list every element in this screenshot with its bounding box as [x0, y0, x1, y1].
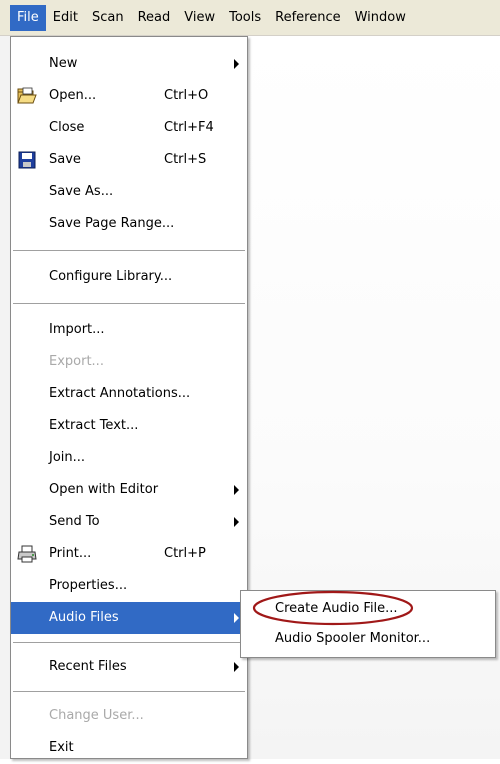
menu-item-join[interactable]: Join...	[11, 442, 247, 474]
menu-separator	[13, 303, 245, 304]
menu-item-label: Exit	[49, 740, 74, 755]
menu-item-exit[interactable]: Exit	[11, 732, 247, 764]
menu-item-label: New	[49, 56, 78, 71]
menu-item-label: Audio Spooler Monitor...	[275, 631, 431, 646]
shortcut-label: Ctrl+S	[164, 152, 207, 167]
menu-item-label: Save	[49, 152, 81, 167]
submenu-arrow-icon	[234, 613, 239, 623]
menu-separator	[13, 691, 245, 692]
menubar-scan[interactable]: Scan	[85, 5, 131, 31]
menu-item-extract-text[interactable]: Extract Text...	[11, 410, 247, 442]
menu-item-label: Audio Files	[49, 610, 119, 625]
submenu-arrow-icon	[234, 59, 239, 69]
menu-bar: File Edit Scan Read View Tools Reference…	[0, 0, 500, 36]
menu-item-label: Open with Editor	[49, 482, 159, 497]
menu-item-new[interactable]: New	[11, 48, 247, 80]
menu-item-save[interactable]: Save Ctrl+S	[11, 144, 247, 176]
menu-item-label: Send To	[49, 514, 100, 529]
shortcut-label: Ctrl+O	[164, 88, 209, 103]
menu-item-configure-library[interactable]: Configure Library...	[11, 261, 247, 293]
menu-item-change-user: Change User...	[11, 700, 247, 732]
menu-item-properties[interactable]: Properties...	[11, 570, 247, 602]
menu-item-import[interactable]: Import...	[11, 314, 247, 346]
menu-item-save-as[interactable]: Save As...	[11, 176, 247, 208]
menu-item-label: Save As...	[49, 184, 114, 199]
menu-item-label: Print...	[49, 546, 92, 561]
menu-separator	[13, 642, 245, 643]
menu-item-label: Import...	[49, 322, 105, 337]
menu-item-label: Create Audio File...	[275, 601, 398, 616]
menu-item-label: Change User...	[49, 708, 144, 723]
menu-item-print[interactable]: Print... Ctrl+P	[11, 538, 247, 570]
menubar-file[interactable]: File	[10, 4, 46, 31]
folder-open-icon	[17, 87, 37, 104]
submenu-arrow-icon	[234, 662, 239, 672]
submenu-arrow-icon	[234, 485, 239, 495]
menu-item-export: Export...	[11, 346, 247, 378]
menu-item-label: Export...	[49, 354, 104, 369]
menu-item-extract-annotations[interactable]: Extract Annotations...	[11, 378, 247, 410]
printer-icon	[17, 545, 37, 563]
menubar-tools[interactable]: Tools	[222, 5, 268, 31]
floppy-disk-icon	[18, 151, 36, 169]
menu-item-send-to[interactable]: Send To	[11, 506, 247, 538]
menu-item-close[interactable]: Close Ctrl+F4	[11, 112, 247, 144]
menu-item-label: Join...	[49, 450, 86, 465]
menu-item-create-audio-file[interactable]: Create Audio File...	[241, 594, 495, 624]
menu-item-label: Save Page Range...	[49, 216, 175, 231]
audio-files-submenu: Create Audio File... Audio Spooler Monit…	[240, 590, 496, 658]
menu-item-open[interactable]: Open... Ctrl+O	[11, 80, 247, 112]
menu-item-audio-spooler-monitor[interactable]: Audio Spooler Monitor...	[241, 624, 495, 654]
menu-item-label: Open...	[49, 88, 97, 103]
shortcut-label: Ctrl+P	[164, 546, 206, 561]
menu-item-label: Properties...	[49, 578, 128, 593]
menu-item-audio-files[interactable]: Audio Files	[11, 602, 247, 634]
menu-item-label: Configure Library...	[49, 269, 173, 284]
menu-item-label: Extract Annotations...	[49, 386, 191, 401]
file-menu: New Open... Ctrl+O Close Ctrl+F4 Save Ct…	[10, 36, 248, 759]
submenu-arrow-icon	[234, 517, 239, 527]
menu-item-label: Close	[49, 120, 85, 135]
menubar-reference[interactable]: Reference	[268, 5, 347, 31]
menu-item-label: Extract Text...	[49, 418, 139, 433]
menu-separator	[13, 250, 245, 251]
menu-item-open-with-editor[interactable]: Open with Editor	[11, 474, 247, 506]
menubar-view[interactable]: View	[177, 5, 222, 31]
menubar-read[interactable]: Read	[131, 5, 178, 31]
menubar-edit[interactable]: Edit	[46, 5, 85, 31]
menu-item-label: Recent Files	[49, 659, 127, 674]
menu-item-save-page-range[interactable]: Save Page Range...	[11, 208, 247, 240]
menubar-window[interactable]: Window	[348, 5, 413, 31]
menu-item-recent-files[interactable]: Recent Files	[11, 651, 247, 683]
shortcut-label: Ctrl+F4	[164, 120, 214, 135]
